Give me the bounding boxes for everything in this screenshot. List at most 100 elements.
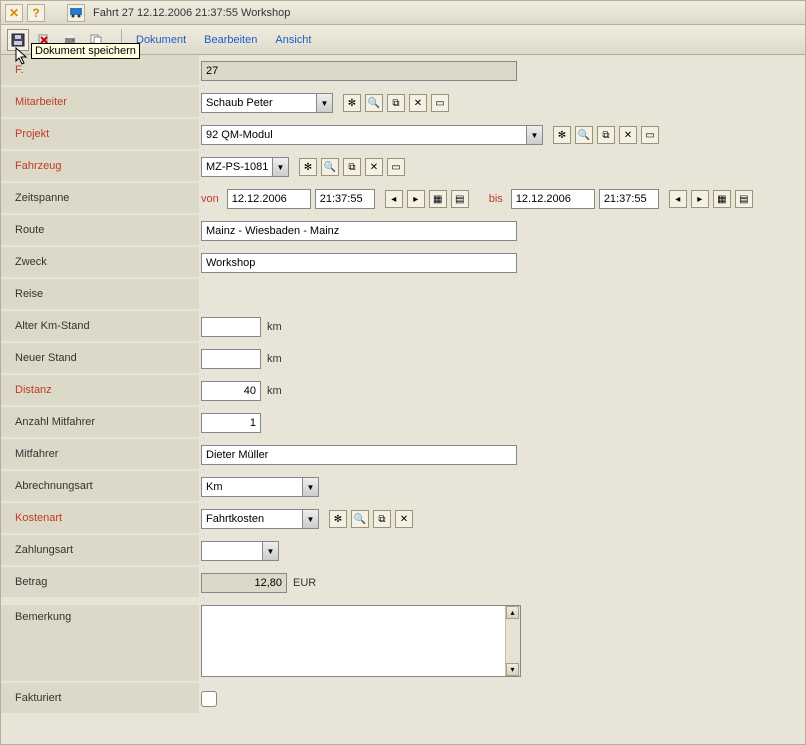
window-title: Fahrt 27 12.12.2006 21:37:55 Workshop [93,7,290,19]
label-fakturiert: Fakturiert [1,683,199,715]
close-icon: ✕ [9,6,19,20]
duplicate-icon[interactable]: ⧉ [373,510,391,528]
von-time-field[interactable] [315,189,375,209]
page-icon[interactable]: ▭ [387,158,405,176]
zahlungsart-select[interactable]: ▼ [201,541,279,561]
label-zeitspanne: Zeitspanne [1,183,199,215]
mitfahrer-field[interactable] [201,445,517,465]
prev-icon[interactable]: ◂ [669,190,687,208]
calendar-icon[interactable]: ▦ [713,190,731,208]
save-button[interactable] [7,29,29,51]
clear-icon[interactable]: ✕ [619,126,637,144]
fahrt-nr-field [201,61,517,81]
label-bis: bis [489,193,503,205]
new-icon[interactable]: ✻ [299,158,317,176]
label-zahlungsart: Zahlungsart [1,535,199,567]
calendar-icon[interactable]: ▦ [429,190,447,208]
save-icon [11,33,25,47]
next-icon[interactable]: ▸ [407,190,425,208]
fakturiert-checkbox[interactable] [201,691,217,707]
clear-icon[interactable]: ✕ [365,158,383,176]
label-anzahlmitfahrer: Anzahl Mitfahrer [1,407,199,439]
search-icon[interactable]: 🔍 [321,158,339,176]
label-abrechnungsart: Abrechnungsart [1,471,199,503]
grid-icon[interactable]: ▤ [451,190,469,208]
dropdown-icon[interactable]: ▼ [272,158,288,176]
kostenart-value[interactable] [202,510,302,528]
abrechnungsart-value[interactable] [202,478,302,496]
kostenart-select[interactable]: ▼ [201,509,319,529]
von-date-field[interactable] [227,189,311,209]
mitarbeiter-select[interactable]: ▼ [201,93,333,113]
search-icon[interactable]: 🔍 [365,94,383,112]
neuerstand-field[interactable] [201,349,261,369]
page-icon[interactable]: ▭ [641,126,659,144]
page-icon[interactable]: ▭ [431,94,449,112]
title-bar: ✕ ? Fahrt 27 12.12.2006 21:37:55 Worksho… [1,1,805,25]
label-betrag: Betrag [1,567,199,599]
zahlungsart-value[interactable] [202,542,262,560]
title-icon-box [67,4,85,22]
scroll-up-icon[interactable]: ▴ [506,606,519,619]
dropdown-icon[interactable]: ▼ [302,510,318,528]
abrechnungsart-select[interactable]: ▼ [201,477,319,497]
bis-date-field[interactable] [511,189,595,209]
unit-km: km [267,321,282,333]
help-icon: ? [32,6,39,20]
clear-icon[interactable]: ✕ [409,94,427,112]
help-button[interactable]: ? [27,4,45,22]
label-neuerstand: Neuer Stand [1,343,199,375]
form: F. Mitarbeiter ▼ ✻ 🔍 ⧉ ✕ ▭ Projekt ▼ [1,55,805,715]
distanz-field[interactable] [201,381,261,401]
unit-eur: EUR [293,577,316,589]
dropdown-icon[interactable]: ▼ [316,94,332,112]
grid-icon[interactable]: ▤ [735,190,753,208]
next-icon[interactable]: ▸ [691,190,709,208]
menu-bearbeiten[interactable]: Bearbeiten [204,34,257,46]
tooltip: Dokument speichern [31,43,140,59]
label-kostenart: Kostenart [1,503,199,535]
label-zweck: Zweck [1,247,199,279]
betrag-field [201,573,287,593]
label-alterkm: Alter Km-Stand [1,311,199,343]
search-icon[interactable]: 🔍 [351,510,369,528]
duplicate-icon[interactable]: ⧉ [343,158,361,176]
mitarbeiter-value[interactable] [202,94,316,112]
bis-time-field[interactable] [599,189,659,209]
new-icon[interactable]: ✻ [343,94,361,112]
label-fahrt: F. [1,55,199,87]
textarea-scrollbar[interactable]: ▴ ▾ [505,606,520,676]
label-reise: Reise [1,279,199,311]
bemerkung-field[interactable] [201,605,521,677]
alterkm-field[interactable] [201,317,261,337]
label-bemerkung: Bemerkung [1,605,199,683]
car-icon [70,8,82,18]
dropdown-icon[interactable]: ▼ [262,542,278,560]
route-field[interactable] [201,221,517,241]
dropdown-icon[interactable]: ▼ [526,126,542,144]
menu-dokument[interactable]: Dokument [136,34,186,46]
label-fahrzeug: Fahrzeug [1,151,199,183]
label-route: Route [1,215,199,247]
fahrzeug-value[interactable] [202,158,272,176]
menu-ansicht[interactable]: Ansicht [275,34,311,46]
new-icon[interactable]: ✻ [329,510,347,528]
fahrzeug-select[interactable]: ▼ [201,157,289,177]
projekt-value[interactable] [202,126,526,144]
new-icon[interactable]: ✻ [553,126,571,144]
scroll-down-icon[interactable]: ▾ [506,663,519,676]
label-distanz: Distanz [1,375,199,407]
label-von: von [201,193,219,205]
anzahl-mitfahrer-field[interactable] [201,413,261,433]
dropdown-icon[interactable]: ▼ [302,478,318,496]
prev-icon[interactable]: ◂ [385,190,403,208]
projekt-select[interactable]: ▼ [201,125,543,145]
zweck-field[interactable] [201,253,517,273]
duplicate-icon[interactable]: ⧉ [387,94,405,112]
close-button[interactable]: ✕ [5,4,23,22]
label-projekt: Projekt [1,119,199,151]
clear-icon[interactable]: ✕ [395,510,413,528]
label-mitarbeiter: Mitarbeiter [1,87,199,119]
duplicate-icon[interactable]: ⧉ [597,126,615,144]
search-icon[interactable]: 🔍 [575,126,593,144]
